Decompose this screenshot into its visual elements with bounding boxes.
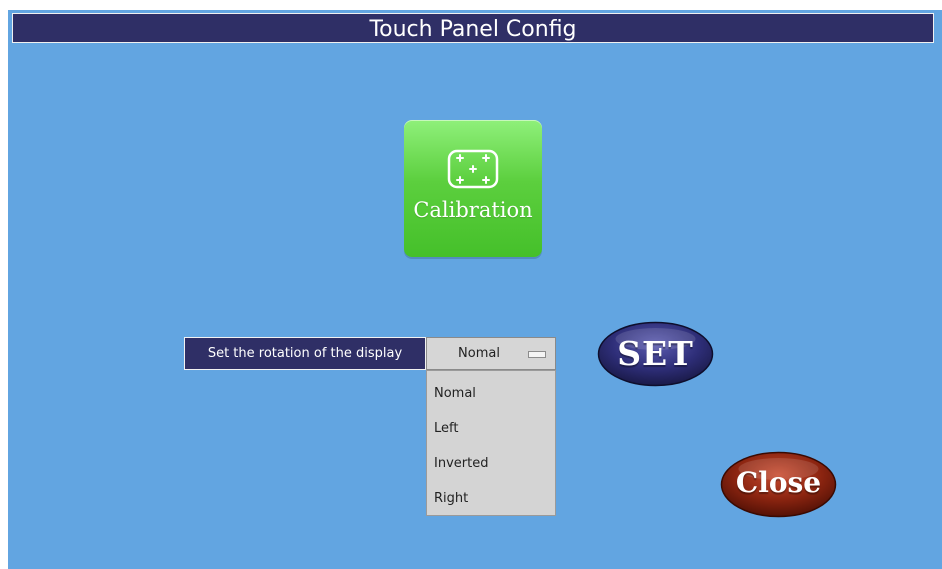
calibration-label: Calibration bbox=[413, 198, 533, 222]
calibration-crosshair-icon bbox=[447, 149, 499, 189]
rotation-options-list: Nomal Left Inverted Right bbox=[426, 370, 556, 516]
set-button[interactable]: SET bbox=[597, 321, 714, 387]
title-bar: Touch Panel Config bbox=[12, 13, 934, 43]
rotation-option-nomal[interactable]: Nomal bbox=[434, 384, 549, 404]
set-button-label: SET bbox=[617, 334, 694, 373]
window-title: Touch Panel Config bbox=[369, 17, 577, 42]
close-button-label: Close bbox=[735, 466, 822, 499]
dropdown-indicator-icon bbox=[528, 351, 546, 358]
rotation-option-inverted[interactable]: Inverted bbox=[434, 454, 549, 474]
calibration-button[interactable]: Calibration bbox=[404, 120, 542, 257]
rotation-selected-value: Nomal bbox=[458, 346, 500, 361]
close-button[interactable]: Close bbox=[720, 451, 837, 518]
rotation-setting-label: Set the rotation of the display bbox=[184, 337, 426, 370]
rotation-option-right[interactable]: Right bbox=[434, 489, 549, 509]
rotation-select[interactable]: Nomal bbox=[426, 337, 556, 370]
rotation-option-left[interactable]: Left bbox=[434, 419, 549, 439]
